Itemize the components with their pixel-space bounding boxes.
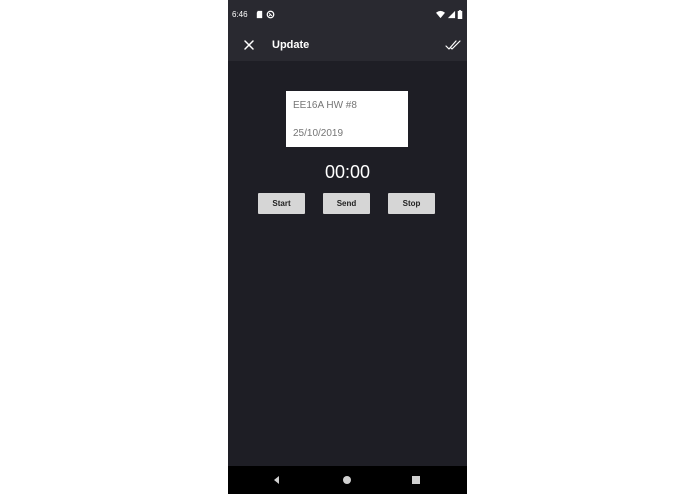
double-check-icon[interactable] bbox=[445, 38, 461, 52]
close-icon[interactable] bbox=[242, 38, 256, 52]
assignment-card: EE16A HW #8 25/10/2019 bbox=[286, 91, 408, 147]
sync-icon bbox=[266, 10, 275, 19]
status-bar: 6:46 bbox=[228, 0, 467, 29]
recents-icon[interactable] bbox=[410, 474, 422, 486]
stop-button[interactable]: Stop bbox=[388, 193, 435, 214]
navigation-bar bbox=[228, 466, 467, 494]
assignment-title: EE16A HW #8 bbox=[293, 100, 357, 111]
assignment-date: 25/10/2019 bbox=[293, 128, 344, 139]
timer-display: 00:00 bbox=[324, 162, 371, 182]
signal-icon bbox=[447, 10, 456, 19]
back-icon[interactable] bbox=[271, 474, 283, 486]
home-icon[interactable] bbox=[341, 474, 353, 486]
sd-card-icon bbox=[256, 10, 263, 19]
page-title: Update bbox=[272, 39, 310, 51]
phone-screen: 6:46 Update EE16A HW #8 25/10/2019 00:00… bbox=[228, 0, 467, 494]
send-button[interactable]: Send bbox=[323, 193, 370, 214]
battery-icon bbox=[457, 10, 463, 19]
app-bar: Update bbox=[228, 29, 467, 61]
wifi-icon bbox=[436, 10, 445, 19]
start-button[interactable]: Start bbox=[258, 193, 305, 214]
status-time: 6:46 bbox=[232, 10, 248, 19]
